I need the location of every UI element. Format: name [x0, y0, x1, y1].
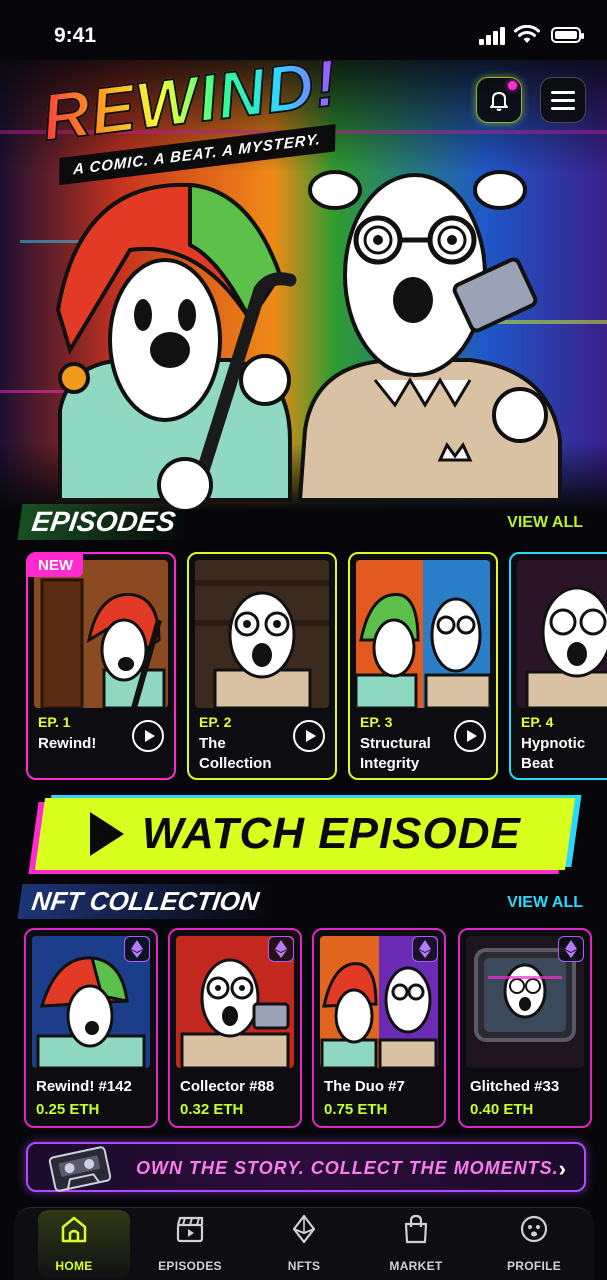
- nft-card-3[interactable]: The Duo #7 0.75 ETH: [312, 928, 446, 1128]
- notifications-button[interactable]: [476, 77, 522, 123]
- episode-number: EP. 3: [360, 714, 393, 730]
- episode-number: EP. 1: [38, 714, 71, 730]
- notification-dot: [508, 81, 517, 90]
- ethereum-icon: [412, 936, 438, 962]
- own-the-story-banner[interactable]: OWN THE STORY. COLLECT THE MOMENTS. ›: [26, 1142, 586, 1192]
- episode-thumbnail: [356, 560, 490, 708]
- episodes-section-header: EPISODES VIEW ALL: [17, 504, 587, 544]
- nav-nfts[interactable]: NFTS: [254, 1214, 354, 1274]
- menu-button[interactable]: [540, 77, 586, 123]
- episode-card-1[interactable]: NEW EP. 1 Rewind!: [26, 552, 176, 780]
- clapperboard-icon: [176, 1216, 204, 1243]
- episode-number: EP. 2: [199, 714, 232, 730]
- status-bar: 9:41: [0, 0, 607, 70]
- bell-icon: [490, 92, 508, 111]
- face-icon: [520, 1215, 548, 1243]
- nav-label: HOME: [55, 1259, 93, 1273]
- nft-price: 0.25 ETH: [36, 1101, 100, 1118]
- wifi-icon: [514, 25, 540, 43]
- episode-number: EP. 4: [521, 714, 554, 730]
- nft-carousel[interactable]: Rewind! #142 0.25 ETH Collector #88 0.32…: [0, 928, 607, 1130]
- new-badge: NEW: [28, 554, 83, 577]
- nav-label: EPISODES: [158, 1259, 222, 1273]
- nft-view-all-link[interactable]: VIEW ALL: [507, 894, 583, 912]
- episode-card-4[interactable]: EP. 4 Hypnotic Beat: [509, 552, 607, 780]
- home-icon: [61, 1216, 87, 1243]
- battery-icon: [551, 27, 584, 43]
- nft-price: 0.40 ETH: [470, 1101, 534, 1118]
- nav-home[interactable]: HOME: [24, 1210, 130, 1278]
- status-time: 9:41: [54, 24, 97, 47]
- ethereum-icon: [124, 936, 150, 962]
- chevron-right-icon: ›: [558, 1156, 566, 1181]
- nft-card-2[interactable]: Collector #88 0.32 ETH: [168, 928, 302, 1128]
- nft-section-header: NFT COLLECTION VIEW ALL: [17, 884, 587, 924]
- episode-name: Rewind!: [38, 735, 97, 752]
- episode-card-3[interactable]: EP. 3 Structural Integrity: [348, 552, 498, 780]
- episodes-title: EPISODES: [17, 504, 190, 540]
- nft-price: 0.32 ETH: [180, 1101, 244, 1118]
- promo-text: OWN THE STORY. COLLECT THE MOMENTS.: [136, 1158, 559, 1178]
- play-icon[interactable]: [454, 720, 486, 752]
- nav-label: PROFILE: [506, 1259, 562, 1273]
- episode-thumbnail: [195, 560, 329, 708]
- nft-collection-title: NFT COLLECTION: [17, 884, 274, 919]
- episodes-view-all-link[interactable]: VIEW ALL: [507, 514, 583, 532]
- play-icon[interactable]: [132, 720, 164, 752]
- watch-episode-button[interactable]: WATCH EPISODE: [34, 798, 576, 870]
- play-icon: [89, 812, 124, 856]
- nft-name: Collector #88: [180, 1078, 275, 1095]
- episode-name: The Collection: [199, 735, 272, 772]
- nft-name: The Duo #7: [324, 1078, 405, 1095]
- nav-episodes[interactable]: EPISODES: [140, 1214, 240, 1274]
- bottom-navigation: HOME EPISODES NFTS MARKET PROFILE: [14, 1207, 594, 1280]
- nav-market[interactable]: MARKET: [366, 1214, 466, 1274]
- nav-profile[interactable]: PROFILE: [484, 1214, 584, 1274]
- shopping-bag-icon: [404, 1214, 428, 1244]
- ethereum-icon: [292, 1214, 316, 1244]
- episode-thumbnail: [517, 560, 607, 708]
- ethereum-icon: [268, 936, 294, 962]
- episode-name: Structural Integrity: [360, 735, 431, 772]
- episode-card-2[interactable]: EP. 2 The Collection: [187, 552, 337, 780]
- cassette-tape-icon: [48, 1146, 112, 1192]
- episodes-carousel[interactable]: NEW EP. 1 Rewind! EP. 2 The Collection E…: [0, 552, 607, 782]
- nft-card-1[interactable]: Rewind! #142 0.25 ETH: [24, 928, 158, 1128]
- nft-name: Rewind! #142: [36, 1078, 132, 1095]
- watch-episode-label: WATCH EPISODE: [141, 809, 521, 858]
- hero-banner: REWIND! A COMIC. A BEAT. A MYSTERY.: [0, 60, 607, 510]
- ethereum-icon: [558, 936, 584, 962]
- nav-label: MARKET: [389, 1259, 443, 1273]
- nft-name: Glitched #33: [470, 1078, 560, 1095]
- hamburger-icon: [551, 91, 575, 110]
- episode-thumbnail: [34, 560, 168, 708]
- cellular-signal-icon: [479, 27, 505, 45]
- nft-price: 0.75 ETH: [324, 1101, 388, 1118]
- play-icon[interactable]: [293, 720, 325, 752]
- nft-card-4[interactable]: Glitched #33 0.40 ETH: [458, 928, 592, 1128]
- nav-label: NFTS: [287, 1259, 321, 1273]
- episode-name: Hypnotic Beat: [521, 735, 586, 772]
